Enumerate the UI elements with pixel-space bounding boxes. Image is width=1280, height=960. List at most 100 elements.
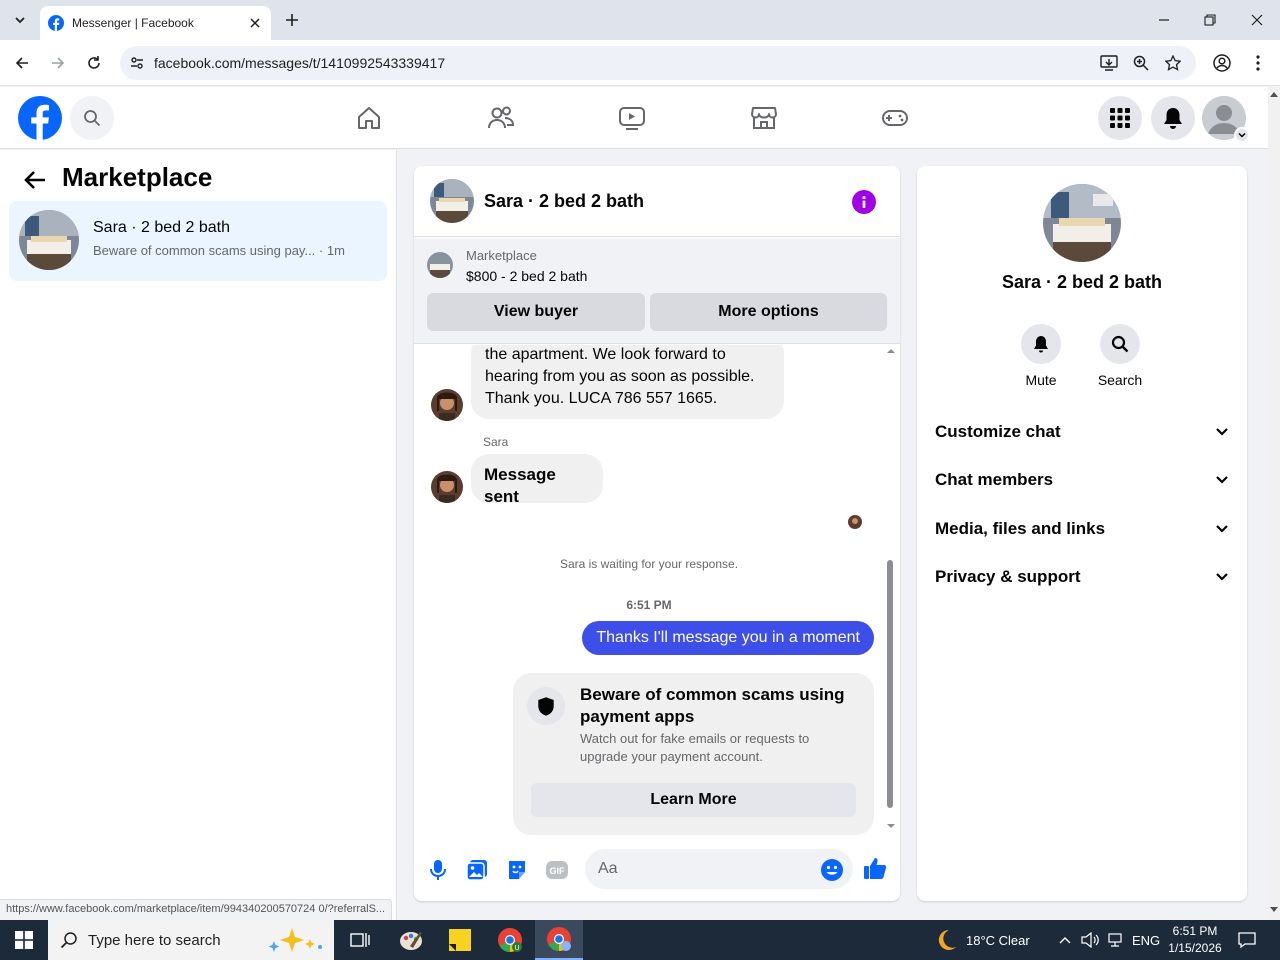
bell-icon[interactable] — [1021, 324, 1061, 364]
taskbar-search-placeholder: Type here to search — [88, 931, 221, 949]
weather-text: 18°C Clear — [966, 932, 1030, 948]
windows-start-icon[interactable] — [0, 920, 48, 960]
emoji-icon[interactable] — [820, 858, 844, 882]
media-files-links-row[interactable]: Media, files and links — [925, 507, 1239, 551]
account-chevron-down-icon[interactable] — [1234, 127, 1250, 143]
tab-search-chevron-icon[interactable] — [8, 8, 32, 32]
facebook-top-nav — [0, 87, 1268, 149]
weather-widget[interactable]: 18°C Clear — [934, 920, 1030, 960]
clock-time: 6:51 PM — [1172, 924, 1218, 938]
search-highlight-sparkle-icon — [268, 928, 322, 952]
bookmark-star-icon[interactable] — [1162, 52, 1184, 74]
learn-more-button[interactable]: Learn More — [531, 783, 856, 817]
sender-avatar[interactable] — [431, 471, 463, 503]
scam-warning-title: Beware of common scams using payment app… — [580, 685, 845, 726]
search-conversation-button[interactable]: Search — [1090, 324, 1150, 388]
photo-icon[interactable] — [465, 858, 489, 882]
browser-tab-messenger[interactable]: Messenger | Facebook — [40, 6, 271, 40]
gif-icon[interactable]: GIF — [545, 858, 569, 882]
listing-thumbnail — [427, 252, 453, 278]
chat-title[interactable]: Sara · 2 bed 2 bath — [484, 191, 644, 212]
incoming-message[interactable]: the apartment. We look forward to hearin… — [471, 345, 784, 419]
page-scroll-down-icon[interactable] — [1270, 907, 1278, 913]
install-app-icon[interactable] — [1098, 52, 1120, 74]
account-avatar[interactable] — [1202, 96, 1250, 143]
network-icon[interactable] — [1106, 920, 1124, 960]
message-sent-bubble[interactable]: Message sent — [471, 454, 603, 506]
chat-members-row[interactable]: Chat members — [925, 458, 1239, 502]
row-label: Media, files and links — [935, 519, 1106, 538]
chevron-down-icon — [1216, 428, 1228, 436]
marketplace-label: Marketplace — [466, 248, 537, 263]
browser-profile-icon[interactable] — [1210, 51, 1234, 75]
outgoing-message[interactable]: Thanks I'll message you in a moment — [582, 621, 874, 655]
close-window-icon[interactable] — [1234, 0, 1280, 40]
thumbs-up-icon[interactable] — [863, 856, 887, 880]
page-scrollbar[interactable] — [1268, 87, 1280, 920]
volume-icon[interactable] — [1081, 920, 1099, 960]
mute-button[interactable]: Mute — [1011, 324, 1071, 388]
chevron-down-icon — [1216, 525, 1228, 533]
minimize-icon[interactable] — [1141, 0, 1187, 40]
menu-grid-icon[interactable] — [1098, 96, 1142, 140]
sticky-notes-icon[interactable] — [436, 920, 484, 960]
search-icon[interactable] — [1100, 324, 1140, 364]
more-options-button[interactable]: More options — [650, 293, 887, 331]
facebook-logo-icon[interactable] — [18, 96, 62, 140]
site-settings-icon[interactable] — [120, 55, 154, 71]
row-label: Customize chat — [935, 422, 1061, 441]
chrome-active-icon[interactable] — [535, 920, 583, 960]
listing-price-title[interactable]: $800 - 2 bed 2 bath — [466, 268, 587, 284]
new-tab-plus-icon[interactable] — [282, 10, 302, 30]
scroll-up-arrow-icon[interactable] — [886, 347, 896, 355]
sticker-icon[interactable] — [505, 858, 529, 882]
privacy-support-row[interactable]: Privacy & support — [925, 555, 1239, 599]
scroll-down-arrow-icon[interactable] — [886, 822, 896, 830]
tab-close-icon[interactable] — [247, 15, 263, 31]
home-icon[interactable] — [355, 104, 383, 132]
notification-center-icon[interactable] — [1238, 920, 1256, 960]
message-scrollbar[interactable] — [884, 345, 898, 835]
tray-chevron-up-icon[interactable] — [1058, 920, 1072, 960]
info-icon[interactable] — [852, 190, 876, 214]
chrome-profile-icon[interactable]: U — [486, 920, 534, 960]
notifications-bell-icon[interactable] — [1151, 96, 1195, 140]
browser-menu-icon[interactable] — [1246, 51, 1270, 75]
customize-chat-row[interactable]: Customize chat — [925, 410, 1239, 454]
view-buyer-button[interactable]: View buyer — [427, 293, 645, 331]
sender-avatar[interactable] — [431, 389, 463, 421]
waiting-notice: Sara is waiting for your response. — [559, 557, 739, 571]
gaming-icon[interactable] — [881, 104, 909, 132]
url-text[interactable]: facebook.com/messages/t/1410992543339417 — [154, 55, 1098, 71]
reload-icon[interactable] — [82, 51, 106, 75]
back-arrow-icon[interactable] — [22, 167, 48, 193]
friends-icon[interactable] — [487, 104, 515, 132]
task-view-icon[interactable] — [336, 920, 384, 960]
zoom-icon[interactable] — [1130, 52, 1152, 74]
page-scroll-up-icon[interactable] — [1270, 91, 1278, 97]
search-label: Search — [1097, 372, 1143, 388]
marketplace-icon[interactable] — [750, 104, 778, 132]
watch-video-icon[interactable] — [618, 104, 646, 132]
paint-app-icon[interactable] — [387, 920, 435, 960]
chat-header: Sara · 2 bed 2 bath — [414, 166, 900, 237]
scroll-thumb[interactable] — [887, 560, 893, 808]
tab-title: Messenger | Facebook — [72, 16, 194, 30]
chat-avatar[interactable] — [430, 179, 474, 223]
facebook-search-icon[interactable] — [70, 96, 114, 140]
restore-icon[interactable] — [1187, 0, 1233, 40]
conversation-item[interactable]: Sara · 2 bed 2 bath Beware of common sca… — [9, 201, 387, 281]
forward-arrow-icon[interactable] — [46, 51, 70, 75]
mute-label: Mute — [1025, 372, 1057, 388]
conversation-details-panel: Sara · 2 bed 2 bath Mute Search Customiz… — [917, 166, 1247, 901]
taskbar-search[interactable]: Type here to search — [48, 920, 334, 960]
taskbar-clock[interactable]: 6:51 PM 1/15/2026 — [1162, 923, 1228, 957]
address-bar[interactable]: facebook.com/messages/t/1410992543339417 — [120, 46, 1196, 80]
marketplace-listing-bar: Marketplace $800 - 2 bed 2 bath View buy… — [414, 238, 900, 344]
microphone-icon[interactable] — [426, 858, 450, 882]
back-arrow-icon[interactable] — [10, 51, 34, 75]
message-input[interactable] — [585, 849, 853, 889]
link-status-url: https://www.facebook.com/marketplace/ite… — [0, 899, 393, 920]
language-indicator[interactable]: ENG — [1132, 920, 1160, 960]
clock-date: 1/15/2026 — [1168, 941, 1222, 955]
